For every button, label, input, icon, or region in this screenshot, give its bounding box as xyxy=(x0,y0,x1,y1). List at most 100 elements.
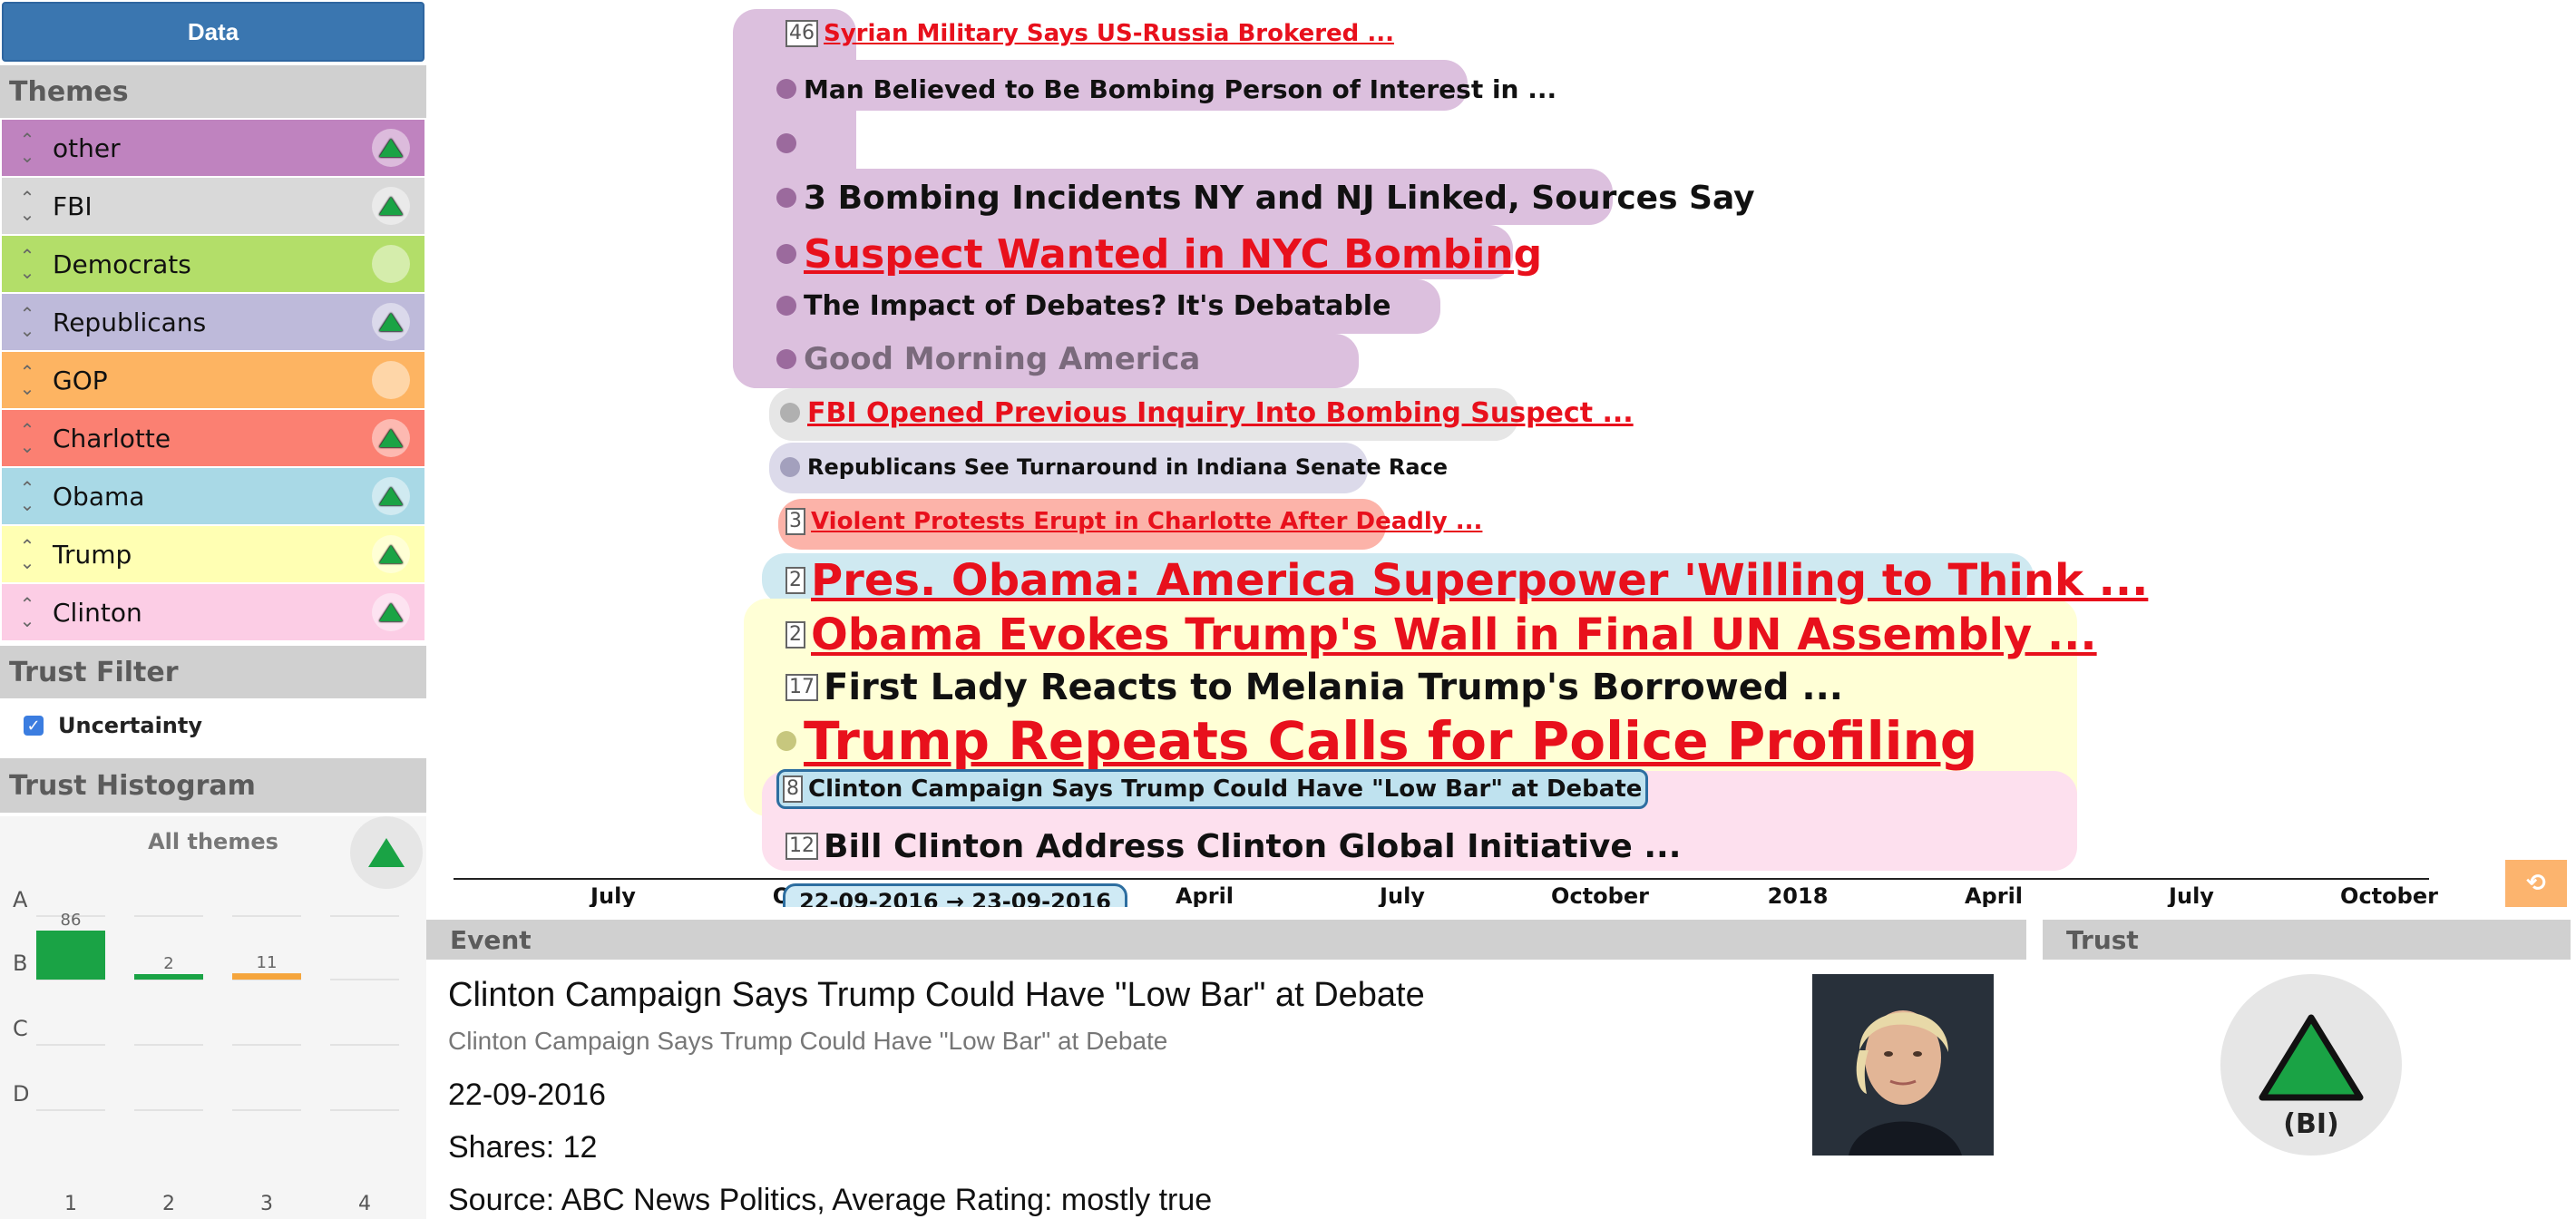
story-dot-icon xyxy=(776,133,796,153)
story-item[interactable]: 12 Bill Clinton Address Clinton Global In… xyxy=(785,825,1681,867)
story-headline[interactable]: Good Morning America xyxy=(804,341,1200,377)
histogram-bar xyxy=(134,974,203,980)
story-headline[interactable]: Suspect Wanted in NYC Bombing xyxy=(804,231,1542,278)
story-headline[interactable]: 3 Bombing Incidents NY and NJ Linked, So… xyxy=(804,180,1755,217)
theme-row-fbi[interactable]: ⌃ ⌄ FBI xyxy=(2,178,424,234)
story-dot-icon xyxy=(776,188,796,208)
trust-histogram-header: Trust Histogram xyxy=(0,758,426,813)
time-axis-line xyxy=(454,878,2429,880)
story-headline[interactable]: Pres. Obama: America Superpower 'Willing… xyxy=(811,555,2148,606)
drag-handle-icon[interactable]: ⌃ ⌄ xyxy=(2,247,53,281)
story-timeline: 46 Syrian Military Says US-Russia Brokere… xyxy=(426,0,2576,907)
story-item[interactable]: 17 First Lady Reacts to Melania Trump's B… xyxy=(785,666,1843,709)
story-dot-icon xyxy=(780,457,800,477)
story-item[interactable]: 46 Syrian Military Says US-Russia Brokere… xyxy=(785,20,1394,47)
theme-row-charlotte[interactable]: ⌃ ⌄ Charlotte xyxy=(2,410,424,466)
story-count-badge: 17 xyxy=(785,674,818,701)
drag-handle-icon[interactable]: ⌃ ⌄ xyxy=(2,363,53,397)
theme-trust-icon[interactable] xyxy=(372,187,410,225)
sidebar: Data Themes ⌃ ⌄ other ⌃ ⌄ FBI ⌃ ⌄ Democrats ⌃ ⌄ Rep… xyxy=(0,0,426,1219)
story-headline[interactable]: Bill Clinton Address Clinton Global Init… xyxy=(824,828,1681,865)
story-dot-icon xyxy=(776,349,796,369)
histogram-bar-label: 86 xyxy=(61,911,82,930)
theme-name: FBI xyxy=(53,190,93,221)
drag-handle-icon[interactable]: ⌃ ⌄ xyxy=(2,131,53,165)
histogram-row-label: D xyxy=(13,1081,29,1107)
histogram-row-label: B xyxy=(13,951,27,976)
trust-badge: (BI) xyxy=(2220,974,2402,1156)
drag-handle-icon[interactable]: ⌃ ⌄ xyxy=(2,537,53,571)
uncertainty-label: Uncertainty xyxy=(58,713,203,738)
histogram-col-label: 4 xyxy=(358,1193,371,1215)
story-item[interactable]: FBI Opened Previous Inquiry Into Bombing… xyxy=(780,395,1634,430)
story-item[interactable]: The Impact of Debates? It's Debatable xyxy=(776,288,1390,323)
uncertainty-filter[interactable]: ✓ Uncertainty xyxy=(0,698,426,753)
event-subtitle: Clinton Campaign Says Trump Could Have "… xyxy=(448,1027,1168,1055)
story-item[interactable]: Suspect Wanted in NYC Bombing xyxy=(776,230,1542,278)
story-item[interactable]: Trump Repeats Calls for Police Profiling xyxy=(776,710,1977,772)
story-headline[interactable]: Clinton Campaign Says Trump Could Have "… xyxy=(808,775,1642,803)
story-headline[interactable]: Syrian Military Says US-Russia Brokered … xyxy=(824,20,1394,47)
axis-tick-label: July xyxy=(2169,883,2214,907)
story-item[interactable]: Republicans See Turnaround in Indiana Se… xyxy=(780,452,1448,483)
drag-handle-icon[interactable]: ⌃ ⌄ xyxy=(2,189,53,223)
theme-trust-icon[interactable] xyxy=(372,535,410,573)
theme-trust-icon[interactable] xyxy=(372,303,410,341)
theme-trust-icon[interactable] xyxy=(372,593,410,631)
axis-tick-label: 2018 xyxy=(1767,883,1829,907)
theme-row-trump[interactable]: ⌃ ⌄ Trump xyxy=(2,526,424,582)
story-headline[interactable]: Obama Evokes Trump's Wall in Final UN As… xyxy=(811,610,2097,660)
event-header: Event xyxy=(426,920,2026,960)
theme-row-clinton[interactable]: ⌃ ⌄ Clinton xyxy=(2,584,424,640)
theme-name: Clinton xyxy=(53,597,142,628)
story-count-badge: 3 xyxy=(785,508,805,535)
refresh-icon[interactable]: ⟲ xyxy=(2505,860,2567,907)
story-headline[interactable]: FBI Opened Previous Inquiry Into Bombing… xyxy=(807,397,1634,429)
story-dot-icon xyxy=(776,244,796,264)
story-headline[interactable]: Republicans See Turnaround in Indiana Se… xyxy=(807,454,1448,480)
story-dot-icon xyxy=(776,79,796,99)
story-item[interactable]: Man Believed to Be Bombing Person of Int… xyxy=(776,73,1556,105)
theme-row-democrats[interactable]: ⌃ ⌄ Democrats xyxy=(2,236,424,292)
story-item[interactable]: 3 Violent Protests Erupt in Charlotte Aft… xyxy=(785,506,1482,537)
histogram-col-label: 3 xyxy=(260,1193,273,1215)
theme-name: other xyxy=(53,132,121,163)
story-headline[interactable]: Trump Repeats Calls for Police Profiling xyxy=(804,710,1977,772)
story-item[interactable]: Good Morning America xyxy=(776,339,1200,379)
story-item[interactable]: 2 Obama Evokes Trump's Wall in Final UN A… xyxy=(785,610,2097,660)
uncertainty-checkbox[interactable]: ✓ xyxy=(24,716,44,736)
drag-handle-icon[interactable]: ⌃ ⌄ xyxy=(2,305,53,339)
theme-trust-icon[interactable] xyxy=(372,477,410,515)
theme-trust-icon[interactable] xyxy=(372,419,410,457)
story-headline[interactable]: Man Believed to Be Bombing Person of Int… xyxy=(804,74,1556,104)
selected-time-range[interactable]: 22-09-2016 → 23-09-2016 xyxy=(783,883,1127,907)
story-headline[interactable]: Violent Protests Erupt in Charlotte Afte… xyxy=(811,508,1482,535)
theme-row-other[interactable]: ⌃ ⌄ other xyxy=(2,120,424,176)
theme-trust-icon[interactable] xyxy=(372,129,410,167)
story-count-badge: 2 xyxy=(785,621,805,649)
theme-trust-icon[interactable] xyxy=(372,361,410,399)
trust-header: Trust xyxy=(2043,920,2571,960)
histogram-bar xyxy=(36,931,105,980)
story-item[interactable] xyxy=(776,127,804,160)
theme-row-republicans[interactable]: ⌃ ⌄ Republicans xyxy=(2,294,424,350)
data-button[interactable]: Data xyxy=(2,2,424,62)
theme-name: Charlotte xyxy=(53,423,171,453)
trust-filter-header: Trust Filter xyxy=(0,646,426,698)
story-item[interactable]: 2 Pres. Obama: America Superpower 'Willin… xyxy=(785,555,2148,606)
drag-handle-icon[interactable]: ⌃ ⌄ xyxy=(2,421,53,455)
drag-handle-icon[interactable]: ⌃ ⌄ xyxy=(2,479,53,513)
drag-handle-icon[interactable]: ⌃ ⌄ xyxy=(2,595,53,629)
axis-tick-label: October xyxy=(2340,883,2438,907)
story-item[interactable]: 3 Bombing Incidents NY and NJ Linked, So… xyxy=(776,178,1755,218)
story-dot-icon xyxy=(780,403,800,423)
story-headline[interactable]: First Lady Reacts to Melania Trump's Bor… xyxy=(824,667,1843,708)
theme-name: Democrats xyxy=(53,249,191,279)
story-headline[interactable]: The Impact of Debates? It's Debatable xyxy=(804,290,1390,322)
axis-tick-label: July xyxy=(1380,883,1425,907)
story-item[interactable]: 8 Clinton Campaign Says Trump Could Have … xyxy=(776,769,1649,809)
theme-trust-icon[interactable] xyxy=(372,245,410,283)
theme-name: GOP xyxy=(53,365,108,395)
theme-row-gop[interactable]: ⌃ ⌄ GOP xyxy=(2,352,424,408)
theme-row-obama[interactable]: ⌃ ⌄ Obama xyxy=(2,468,424,524)
